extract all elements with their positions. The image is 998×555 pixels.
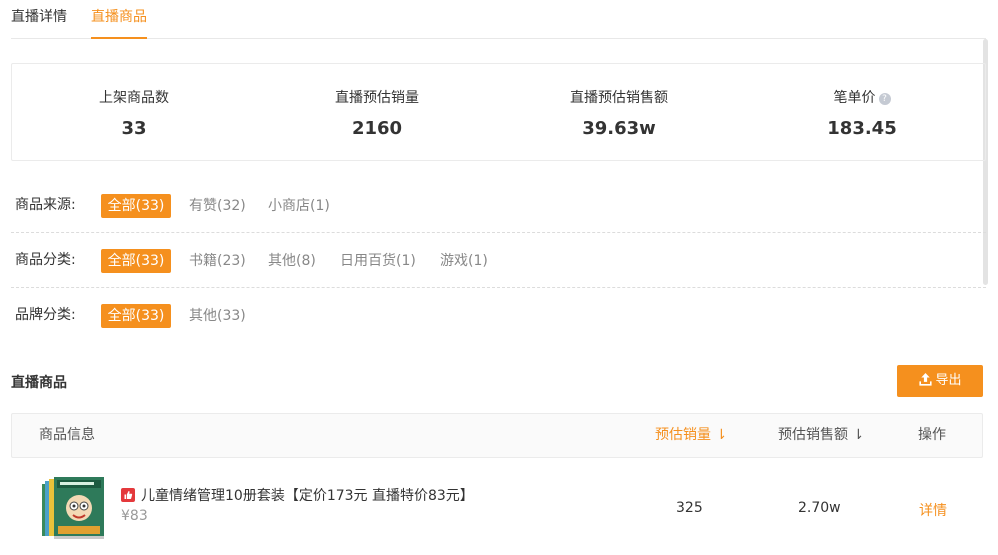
- filter-chip-source-all[interactable]: 全部(33): [101, 194, 171, 218]
- thumbs-up-icon: [121, 488, 135, 502]
- upload-icon: [919, 372, 933, 386]
- filter-chip-source-youzan[interactable]: 有赞(32): [189, 194, 246, 218]
- tab-live-details[interactable]: 直播详情: [11, 8, 67, 39]
- tab-live-products[interactable]: 直播商品: [91, 8, 147, 39]
- section-title: 直播商品: [11, 375, 67, 391]
- export-button[interactable]: 导出: [897, 365, 983, 397]
- product-title-text: 儿童情绪管理10册套装【定价173元 直播特价83元】: [141, 488, 474, 504]
- stat-value: 183.45: [827, 118, 897, 139]
- stat-label: 直播预估销售额: [570, 90, 668, 106]
- column-product-info: 商品信息: [39, 427, 95, 443]
- cell-estimated-sales: 325: [676, 500, 703, 516]
- product-price: ¥83: [121, 508, 148, 524]
- column-action: 操作: [918, 427, 946, 443]
- filter-chip-category-all[interactable]: 全部(33): [101, 249, 171, 273]
- filter-label: 商品来源:: [15, 197, 76, 213]
- filter-row-source: 商品来源: 全部(33) 有赞(32) 小商店(1): [11, 178, 986, 233]
- help-circle-icon[interactable]: ?: [878, 93, 891, 105]
- stat-value: 39.63w: [582, 118, 656, 139]
- filter-chip-category-daily[interactable]: 日用百货(1): [340, 249, 416, 273]
- stat-value: 2160: [351, 118, 403, 139]
- details-link[interactable]: 详情: [919, 500, 947, 520]
- filter-chip-category-other[interactable]: 其他(8): [268, 249, 316, 273]
- stat-label: 上架商品数: [99, 90, 169, 106]
- tab-bar: 直播详情 直播商品: [11, 0, 986, 39]
- filter-chip-brand-other[interactable]: 其他(33): [189, 304, 246, 328]
- filter-row-brand: 品牌分类: 全部(33) 其他(33): [11, 288, 986, 343]
- stat-value: 33: [121, 118, 147, 139]
- filter-chip-category-books[interactable]: 书籍(23): [189, 249, 246, 273]
- stat-label: 直播预估销量: [335, 90, 419, 106]
- filter-chip-brand-all[interactable]: 全部(33): [101, 304, 171, 328]
- filter-label: 商品分类:: [15, 252, 76, 268]
- book-set-image: [42, 477, 104, 539]
- export-label: 导出: [935, 373, 962, 388]
- stat-label: 笔单价?: [742, 87, 982, 107]
- table-row: 儿童情绪管理10册套装【定价173元 直播特价83元】 ¥83 325 2.70…: [11, 458, 983, 555]
- stat-label-text: 笔单价: [833, 90, 876, 106]
- product-title[interactable]: 儿童情绪管理10册套装【定价173元 直播特价83元】: [121, 485, 474, 505]
- stats-card: 上架商品数 33 直播预估销量 2160 直播预估销售额 39.63w 笔单价?…: [11, 63, 986, 161]
- product-thumbnail[interactable]: [40, 476, 108, 540]
- filter-row-category: 商品分类: 全部(33) 书籍(23) 其他(8) 日用百货(1) 游戏(1): [11, 233, 986, 288]
- filter-chip-category-games[interactable]: 游戏(1): [440, 249, 488, 273]
- filter-label: 品牌分类:: [15, 307, 76, 323]
- column-estimated-revenue-sort[interactable]: 预估销售额 ⇂: [778, 414, 864, 457]
- cell-estimated-revenue: 2.70w: [798, 500, 841, 516]
- table-header: 商品信息 预估销量 ⇂ 预估销售额 ⇂ 操作: [11, 413, 983, 458]
- filter-chip-source-mini-shop[interactable]: 小商店(1): [268, 194, 330, 218]
- column-estimated-sales-sort[interactable]: 预估销量 ⇂: [655, 414, 727, 457]
